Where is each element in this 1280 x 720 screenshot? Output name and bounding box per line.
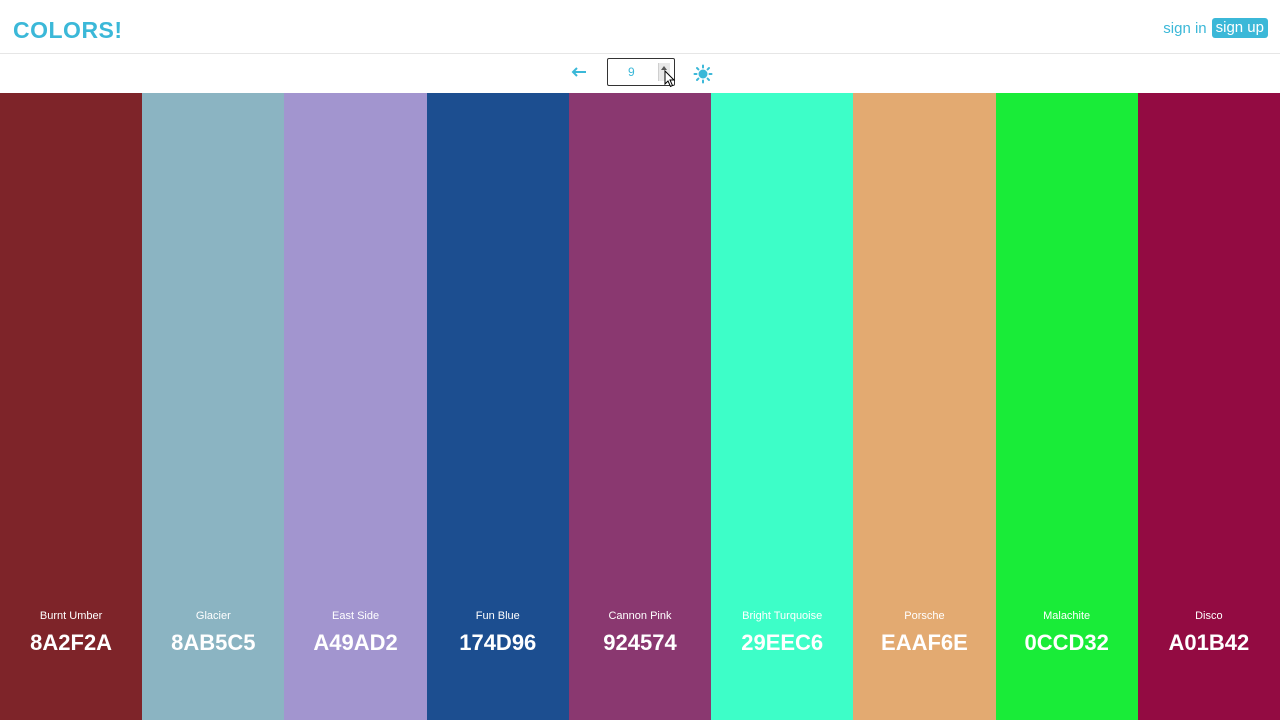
count-stepper[interactable] <box>658 63 670 81</box>
color-count-value: 9 <box>628 65 635 79</box>
swatch-name: East Side <box>332 610 380 622</box>
left-arrow-icon[interactable] <box>571 63 587 81</box>
swatch-hex[interactable]: A49AD2 <box>284 630 426 656</box>
color-swatch[interactable]: Disco A01B42 <box>1137 93 1280 720</box>
color-swatch[interactable]: Cannon Pink 924574 <box>568 93 712 720</box>
color-count-input[interactable]: 9 <box>607 58 675 86</box>
swatch-hex[interactable]: 174D96 <box>427 630 569 656</box>
swatch-name: Disco <box>1195 610 1223 622</box>
swatch-hex[interactable]: 924574 <box>569 630 711 656</box>
swatch-name: Fun Blue <box>475 610 520 622</box>
palette-toolbar: 9 <box>0 54 1280 93</box>
color-swatch[interactable]: East Side A49AD2 <box>284 93 427 720</box>
swatch-hex[interactable]: 8AB5C5 <box>142 630 284 656</box>
color-swatch[interactable]: Porsche EAAF6E <box>853 93 996 720</box>
swatch-name: Glacier <box>195 610 231 622</box>
sign-in-link[interactable]: sign in <box>1163 20 1206 37</box>
sign-up-button[interactable]: sign up <box>1211 18 1268 38</box>
swatch-name: Cannon Pink <box>608 610 672 622</box>
swatch-hex[interactable]: 29EEC6 <box>711 630 853 656</box>
sun-icon[interactable] <box>693 64 713 84</box>
color-swatch[interactable]: Glacier 8AB5C5 <box>142 93 285 720</box>
swatch-hex[interactable]: A01B42 <box>1138 630 1280 656</box>
swatch-hex[interactable]: 8A2F2A <box>0 630 142 656</box>
color-swatch[interactable]: Fun Blue 174D96 <box>426 93 569 720</box>
swatch-name: Bright Turquoise <box>742 610 823 622</box>
swatch-hex[interactable]: EAAF6E <box>853 630 995 656</box>
stepper-up-icon[interactable] <box>661 66 667 70</box>
app-logo[interactable]: COLORS! <box>13 17 123 44</box>
color-swatch[interactable]: Malachite 0CCD32 <box>995 93 1138 720</box>
auth-links: sign in sign up <box>1163 18 1268 38</box>
swatch-name: Porsche <box>904 610 945 622</box>
swatch-name: Malachite <box>1043 610 1091 622</box>
color-palette: Burnt Umber 8A2F2A Glacier 8AB5C5 East S… <box>0 93 1280 720</box>
swatch-name: Burnt Umber <box>39 610 103 622</box>
swatch-hex[interactable]: 0CCD32 <box>996 630 1138 656</box>
top-bar: COLORS! sign in sign up <box>0 0 1280 54</box>
color-swatch[interactable]: Bright Turquoise 29EEC6 <box>711 93 854 720</box>
color-swatch[interactable]: Burnt Umber 8A2F2A <box>0 93 143 720</box>
